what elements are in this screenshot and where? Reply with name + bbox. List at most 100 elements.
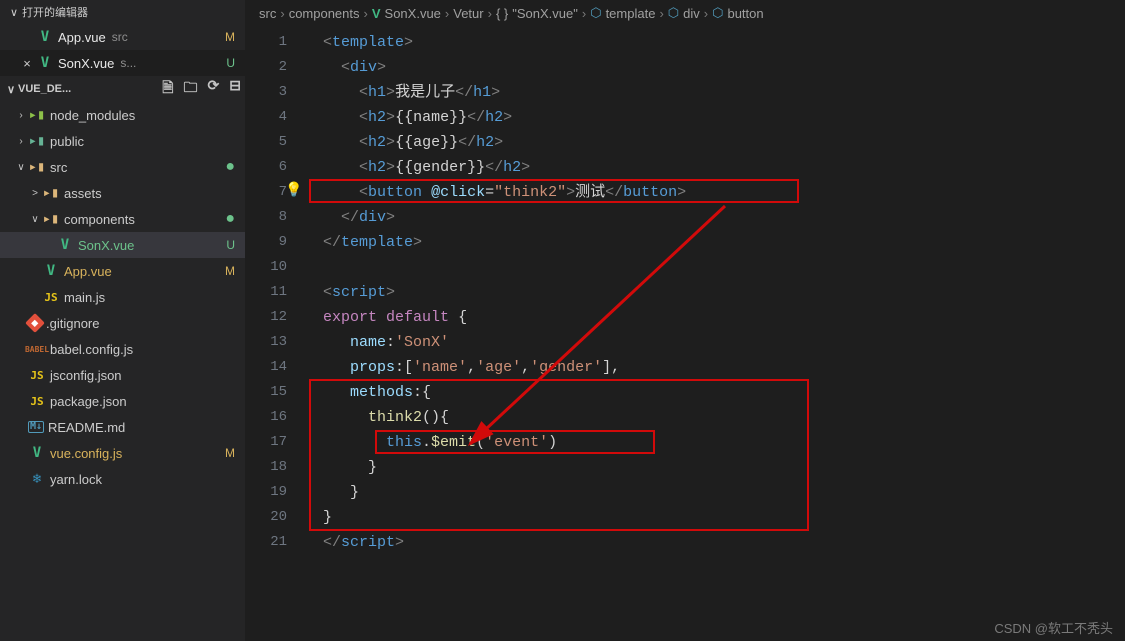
tree-file[interactable]: JS main.js [0,284,245,310]
json-icon: JS [28,366,46,384]
cube-icon: ⬡ [668,6,679,21]
tree-file[interactable]: M↓ README.md [0,414,245,440]
vue-icon: V [36,28,54,46]
o-icon: ▸▮ [42,184,60,202]
chevron-icon: ∨ [28,214,42,225]
tree-item-label: components [64,212,135,227]
tree-folder[interactable]: ›▸▮ node_modules [0,102,245,128]
breadcrumb-item[interactable]: template [606,6,656,21]
tree-file[interactable]: ❄ yarn.lock [0,466,245,492]
tree-folder[interactable]: >▸▮ assets [0,180,245,206]
tree-item-label: main.js [64,290,105,305]
chevron-right-icon: › [704,6,708,21]
tree-file[interactable]: V App.vue M [0,258,245,284]
tab-dir: s... [120,56,136,70]
chevron-right-icon: › [582,6,586,21]
git-status-badge: U [226,238,235,252]
tree-folder[interactable]: ∨▸▮ src ● [0,154,245,180]
chevron-right-icon: › [280,6,284,21]
vue-icon: V [56,236,74,254]
git-status-badge: U [226,56,235,70]
breadcrumb-item[interactable]: Vetur [453,6,483,21]
lightbulb-icon[interactable]: 💡 [285,182,302,199]
tree-file[interactable]: V SonX.vue U [0,232,245,258]
vue-icon: V [36,54,54,72]
json-icon: JS [28,392,46,410]
tree-folder[interactable]: ∨▸▮ components ● [0,206,245,232]
collapse-icon[interactable]: ⊟ [229,77,241,101]
tree-item-label: .gitignore [46,316,99,331]
editor-area: src › components › V SonX.vue › Vetur › … [245,0,1125,641]
code-content[interactable]: <template> <div> <h1>我是儿子</h1> <h2>{{nam… [305,26,1125,641]
vue-icon: V [28,444,46,462]
tree-file[interactable]: BABELbabel.config.js [0,336,245,362]
tree-folder[interactable]: ›▸▮ public [0,128,245,154]
breadcrumb-item[interactable]: src [259,6,276,21]
chevron-right-icon: › [364,6,368,21]
git-status-badge: M [225,30,235,44]
tree-item-label: jsconfig.json [50,368,122,383]
tree-item-label: assets [64,186,102,201]
cube-icon: ⬡ [590,6,601,21]
project-header[interactable]: ∨ VUE_DE... 🗎 🗀 ⟳ ⊟ [0,76,245,102]
tree-item-label: public [50,134,84,149]
code-editor[interactable]: 123456789101112131415161718192021 <templ… [245,26,1125,641]
tree-item-label: App.vue [64,264,112,279]
chevron-right-icon: › [659,6,663,21]
chevron-icon: ∨ [14,162,28,173]
watermark: CSDN @软工不秃头 [994,618,1113,637]
tree-item-label: SonX.vue [78,238,134,253]
breadcrumb-item[interactable]: button [727,6,763,21]
tab-dir: src [112,30,128,44]
pub-icon: ▸▮ [28,132,46,150]
breadcrumb-item[interactable]: div [683,6,700,21]
breadcrumb[interactable]: src › components › V SonX.vue › Vetur › … [245,0,1125,26]
chevron-right-icon: › [445,6,449,21]
new-file-icon[interactable]: 🗎 [162,77,173,101]
tree-item-label: README.md [48,420,125,435]
tree-item-label: src [50,160,67,175]
md-icon: M↓ [28,421,44,433]
tab-filename: SonX.vue [58,56,114,71]
sidebar: ∨ 打开的编辑器 V App.vue src M × V SonX.vue s.… [0,0,245,641]
git-icon: ◆ [25,313,45,333]
tree-item-label: package.json [50,394,127,409]
cube-icon: ⬡ [712,6,723,21]
chevron-icon: › [14,110,28,121]
breadcrumb-item[interactable]: SonX.vue [385,6,441,21]
chevron-icon: > [28,188,42,199]
tree-file[interactable]: JS package.json [0,388,245,414]
open-editor-item[interactable]: V App.vue src M [0,24,245,50]
comp-icon: ▸▮ [42,210,60,228]
open-editors-header[interactable]: ∨ 打开的编辑器 [0,0,245,24]
refresh-icon[interactable]: ⟳ [208,77,220,101]
tree-item-label: yarn.lock [50,472,102,487]
tab-filename: App.vue [58,30,106,45]
o-icon: ▸▮ [28,158,46,176]
tree-item-label: babel.config.js [50,342,133,357]
chevron-icon: › [14,136,28,147]
tree-file[interactable]: ◆.gitignore [0,310,245,336]
git-status-badge: M [225,264,235,278]
vue-icon: V [42,262,60,280]
chevron-down-icon: ∨ [6,6,22,19]
breadcrumb-item[interactable]: components [289,6,360,21]
tree-file[interactable]: JS jsconfig.json [0,362,245,388]
git-dirty-dot: ● [225,158,235,176]
open-editors-list: V App.vue src M × V SonX.vue s... U [0,24,245,76]
nm-icon: ▸▮ [28,106,46,124]
open-editor-item[interactable]: × V SonX.vue s... U [0,50,245,76]
new-folder-icon[interactable]: 🗀 [184,77,198,101]
tree-file[interactable]: Vvue.config.jsM [0,440,245,466]
git-dirty-dot: ● [225,210,235,228]
tree-item-label: node_modules [50,108,135,123]
js-icon: JS [42,288,60,306]
git-status-badge: M [225,446,235,460]
yarn-icon: ❄ [28,470,46,488]
vue-icon: V [372,6,381,21]
line-gutter: 123456789101112131415161718192021 [245,26,305,641]
close-icon[interactable]: × [18,56,36,71]
chevron-right-icon: › [488,6,492,21]
breadcrumb-item[interactable]: "SonX.vue" [512,6,578,21]
chevron-down-icon: ∨ [4,83,18,96]
